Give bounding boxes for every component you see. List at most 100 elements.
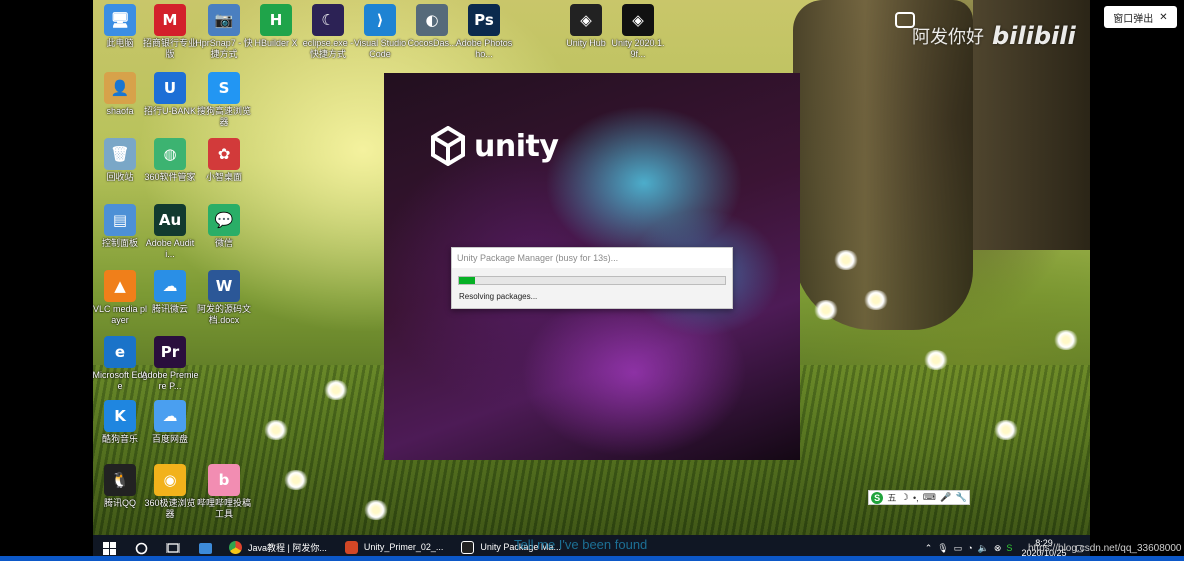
desktop-icon-label: Visual Studio Code: [353, 38, 407, 59]
desktop-icon-label: Adobe Auditi...: [145, 238, 195, 259]
desktop-icon-label: 微信: [214, 238, 233, 248]
wallpaper-flower: [833, 250, 859, 270]
desktop-icon[interactable]: Pr Adobe Premiere P...: [141, 336, 199, 392]
desktop-icon[interactable]: M 招商银行专业版: [141, 4, 199, 60]
app-icon: ◍: [154, 138, 186, 170]
desktop-icon-label: 小智桌面: [205, 172, 242, 182]
app-icon: Pr: [154, 336, 186, 368]
popout-window-button[interactable]: 窗口弹出 ✕: [1104, 6, 1177, 28]
dialog-status: Resolving packages...: [459, 292, 538, 301]
taskbar-app-label: Unity_Primer_02_...: [363, 542, 444, 552]
input-method-bar[interactable]: S 五 ☽ •, ⌨ 🎤 🔧: [868, 490, 970, 505]
app-icon: ⟩: [364, 4, 396, 36]
desktop-icon[interactable]: H HBuilder X: [247, 4, 305, 49]
app-icon: e: [104, 336, 136, 368]
desktop-icon-label: HBuilder X: [254, 38, 298, 48]
desktop-icon[interactable]: U 招行U-BANK: [141, 72, 199, 117]
desktop-icon[interactable]: ◍ 360软件管家: [141, 138, 199, 183]
popout-label: 窗口弹出: [1113, 13, 1154, 25]
desktop-icon-label: 招行U-BANK: [143, 106, 196, 116]
desktop-icon-label: 哔哩哔哩投稿工具: [196, 498, 251, 519]
microphone-icon[interactable]: 🎙: [937, 543, 948, 554]
desktop-icon-label: 招商银行专业版: [142, 38, 197, 59]
sogou-icon[interactable]: S: [871, 491, 884, 504]
desktop-icon-label: Adobe Premiere P...: [141, 370, 199, 391]
desktop-icon[interactable]: 📷 HprSnap7 - 快捷方式: [195, 4, 253, 60]
watermark-brand: bilibili: [992, 22, 1076, 50]
unity-cube-icon: [431, 126, 465, 166]
app-icon: M: [154, 4, 186, 36]
bilibili-watermark: 阿发你好 bilibili: [912, 22, 1076, 50]
desktop-icon[interactable]: ☁ 腾讯微云: [141, 270, 199, 315]
app-icon: 🗑: [104, 138, 136, 170]
desktop-icon-label: 360极速浏览器: [144, 498, 196, 519]
desktop-icon[interactable]: ◐ CocosDas...: [403, 4, 461, 49]
unity-logo: unity: [428, 126, 559, 166]
package-manager-dialog: Unity Package Manager (busy for 13s)... …: [451, 247, 733, 309]
desktop-icon-label: Unity Hub: [566, 38, 606, 48]
wallpaper-flower: [863, 290, 889, 310]
desktop-icon[interactable]: Au Adobe Auditi...: [141, 204, 199, 260]
desktop-icon[interactable]: ☾ eclipse.exe - 快捷方式: [299, 4, 357, 60]
wrench-icon[interactable]: 🔧: [956, 492, 967, 503]
wallpaper-flower: [323, 380, 349, 400]
desktop-icon[interactable]: ◉ 360极速浏览器: [141, 464, 199, 520]
app-icon: b: [208, 464, 240, 496]
dialog-title: Unity Package Manager (busy for 13s)...: [452, 248, 732, 268]
app-icon: ◉: [154, 464, 186, 496]
desktop-icon-label: HprSnap7 - 快捷方式: [195, 38, 253, 59]
desktop-icon[interactable]: S 搜狗高速浏览器: [195, 72, 253, 128]
desktop-icon-label: 腾讯微云: [151, 304, 188, 314]
desktop-icon[interactable]: ☁ 百度网盘: [141, 400, 199, 445]
ime-mode[interactable]: 五: [887, 491, 896, 504]
app-icon: 💬: [208, 204, 240, 236]
battery-icon[interactable]: ▭: [954, 543, 963, 554]
desktop-icon-label: 搜狗高速浏览器: [196, 106, 251, 127]
security-icon[interactable]: ⊗: [994, 543, 1002, 554]
desktop-icon[interactable]: Ps Adobe Photosho...: [455, 4, 513, 60]
unity-wordmark: unity: [474, 128, 559, 164]
desktop-icon[interactable]: ⟩ Visual Studio Code: [351, 4, 409, 60]
keyboard-icon[interactable]: ⌨: [923, 492, 936, 503]
player-progress-strip: [0, 556, 1184, 561]
network-icon[interactable]: ◔: [967, 543, 972, 553]
punctuation-icon[interactable]: •,: [913, 493, 919, 503]
app-icon: ◈: [570, 4, 602, 36]
desktop-icon-label: CocosDas...: [407, 38, 457, 48]
progress-fill: [459, 277, 475, 284]
app-icon: ☾: [312, 4, 344, 36]
app-icon: W: [208, 270, 240, 302]
video-frame: 🖥 此电脑 M 招商银行专业版 📷 HprSnap7 - 快捷方式 H HBuilder X ☾…: [0, 0, 1184, 561]
app-icon: S: [208, 72, 240, 104]
sogou-tray-icon[interactable]: S: [1006, 543, 1012, 553]
app-icon: ◐: [416, 4, 448, 36]
moon-icon[interactable]: ☽: [901, 492, 909, 503]
wallpaper-flower: [1053, 330, 1079, 350]
chevron-up-icon[interactable]: ⌃: [925, 543, 933, 554]
video-subtitle: Tell me I've been found: [514, 537, 648, 552]
desktop-icon[interactable]: W 阿发的源码文档.docx: [195, 270, 253, 326]
watermark-author: 阿发你好: [912, 27, 984, 48]
close-icon[interactable]: ✕: [1159, 12, 1167, 23]
wallpaper-flower: [363, 500, 389, 520]
volume-icon[interactable]: 🔈: [978, 543, 989, 554]
desktop-icon[interactable]: 💬 微信: [195, 204, 253, 249]
app-icon: 👤: [104, 72, 136, 104]
app-icon: H: [260, 4, 292, 36]
blog-watermark: https://blog.csdn.net/qq_33608000: [1028, 543, 1182, 554]
desktop-icon[interactable]: ◈ Unity 2020.1.9f...: [609, 4, 667, 60]
wallpaper-flower: [813, 300, 839, 320]
microphone-icon[interactable]: 🎤: [940, 492, 951, 503]
app-icon: 📷: [208, 4, 240, 36]
app-icon: K: [104, 400, 136, 432]
app-icon: 🖥: [104, 4, 136, 36]
app-icon: 🐧: [104, 464, 136, 496]
wallpaper-flower: [263, 420, 289, 440]
desktop-icon[interactable]: ✿ 小智桌面: [195, 138, 253, 183]
taskbar-app-label: Java教程 | 阿发你...: [248, 542, 327, 553]
app-icon: ✿: [208, 138, 240, 170]
desktop-icon[interactable]: ◈ Unity Hub: [557, 4, 615, 49]
desktop-icon-label: Unity 2020.1.9f...: [611, 38, 665, 59]
app-icon: U: [154, 72, 186, 104]
desktop-icon[interactable]: b 哔哩哔哩投稿工具: [195, 464, 253, 520]
